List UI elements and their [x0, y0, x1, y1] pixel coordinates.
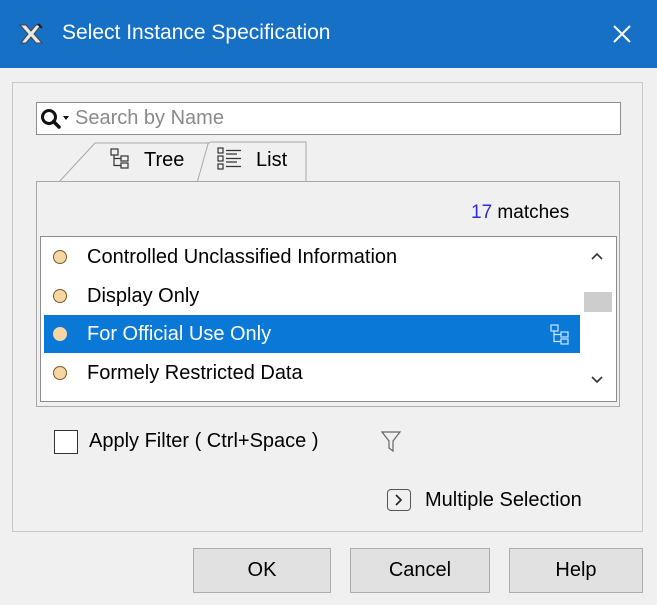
list-item-label: For Official Use Only — [87, 323, 272, 345]
search-box[interactable] — [36, 102, 621, 135]
list-item-label: Display Only — [87, 285, 200, 307]
instance-icon — [53, 250, 67, 264]
list-item[interactable]: Formely Restricted Data — [44, 354, 580, 392]
app-icon — [18, 22, 44, 46]
tab-list-label: List — [256, 149, 288, 171]
tab-tree-label: Tree — [144, 149, 185, 171]
scroll-thumb[interactable] — [584, 292, 612, 312]
instance-icon — [53, 289, 67, 303]
list-item-label: Controlled Unclassified Information — [87, 246, 398, 268]
close-icon — [613, 25, 631, 43]
tab-tree[interactable] — [58, 142, 210, 182]
scroll-up-icon[interactable] — [590, 248, 604, 266]
multiple-selection-label[interactable]: Multiple Selection — [425, 489, 582, 512]
match-count: 17 matches — [471, 202, 569, 224]
show-in-tree-icon[interactable] — [549, 324, 571, 351]
match-count-number: 17 — [471, 202, 493, 223]
filter-icon[interactable] — [380, 430, 402, 459]
ok-button[interactable]: OK — [193, 548, 331, 593]
instance-icon — [53, 327, 67, 341]
help-button[interactable]: Help — [509, 548, 643, 593]
list-icon — [217, 146, 243, 177]
apply-filter-checkbox[interactable] — [54, 430, 78, 454]
list-scrollbar[interactable] — [582, 238, 614, 400]
tree-icon — [109, 148, 131, 175]
instance-icon — [53, 366, 67, 380]
close-button[interactable] — [600, 14, 644, 54]
list-item[interactable]: Display Only — [44, 277, 580, 315]
multiple-selection-toggle[interactable] — [387, 489, 411, 511]
title-bar: Select Instance Specification — [0, 0, 657, 68]
chevron-right-icon — [395, 494, 403, 506]
search-input[interactable] — [75, 105, 615, 132]
list-item-selected[interactable]: For Official Use Only — [44, 315, 580, 353]
list-item-label: Formely Restricted Data — [87, 362, 303, 384]
list-item[interactable]: Controlled Unclassified Information — [44, 238, 580, 276]
match-count-label: matches — [497, 202, 570, 223]
cancel-button[interactable]: Cancel — [350, 548, 490, 593]
tab-list[interactable] — [196, 141, 308, 183]
apply-filter-label[interactable]: Apply Filter ( Ctrl+Space ) — [89, 430, 319, 453]
scroll-down-icon[interactable] — [590, 372, 604, 390]
search-icon[interactable] — [40, 108, 76, 130]
dialog-title: Select Instance Specification — [62, 21, 331, 44]
